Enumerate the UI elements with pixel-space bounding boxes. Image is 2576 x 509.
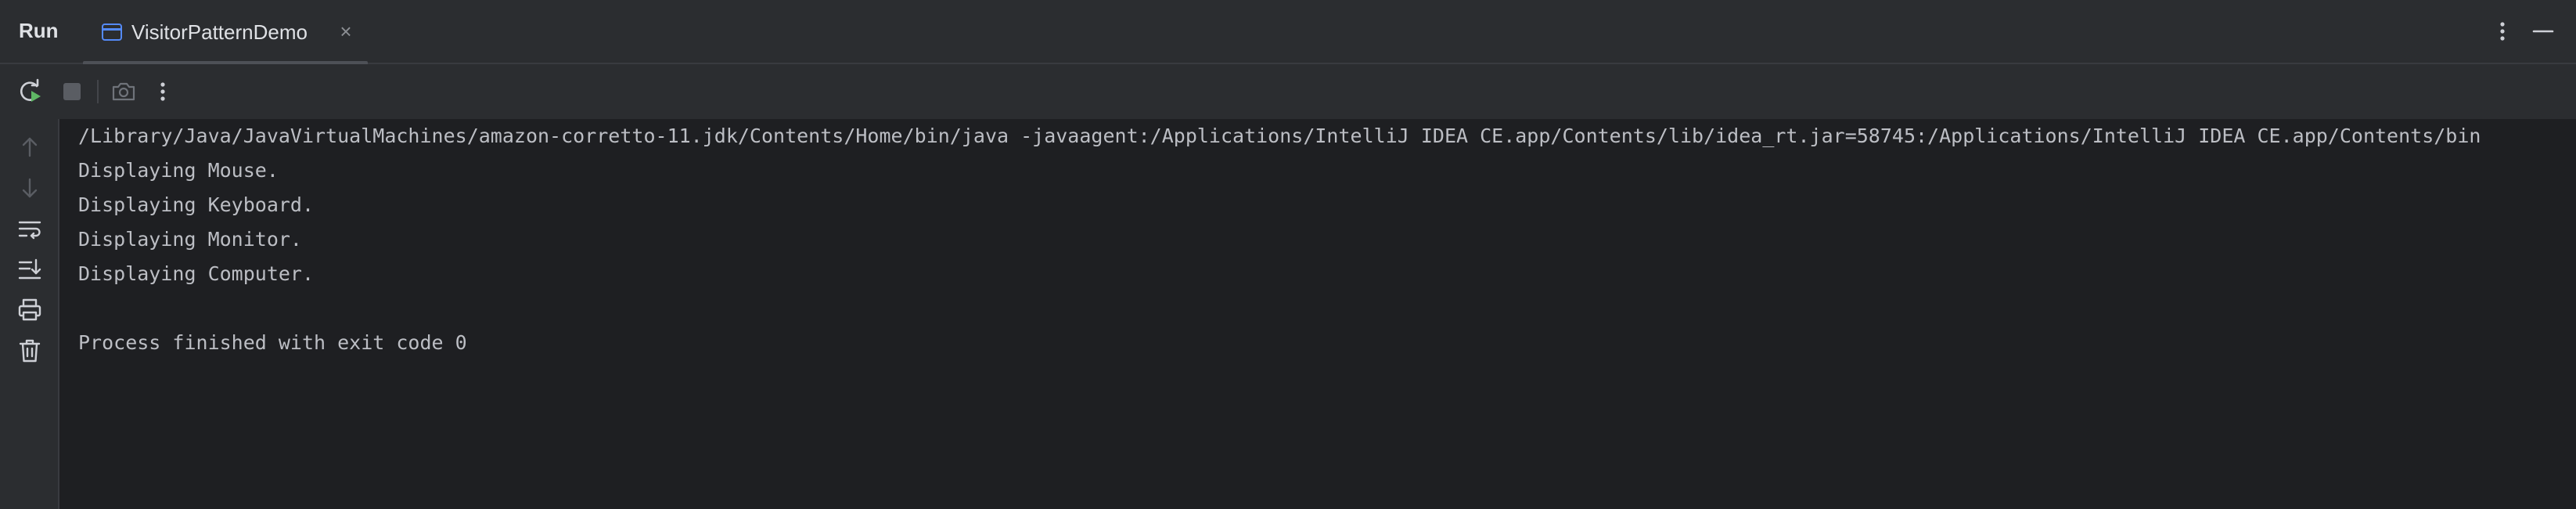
rerun-icon[interactable] [16, 78, 44, 106]
stop-icon[interactable] [58, 78, 86, 106]
console-line-exit-status: Process finished with exit code 0 [78, 331, 467, 354]
console-line: Displaying Computer. [78, 262, 315, 285]
scroll-to-end-icon[interactable] [16, 255, 44, 283]
toolbar-separator [97, 80, 99, 103]
more-vertical-icon[interactable] [149, 78, 177, 106]
run-toolbar [0, 64, 2576, 119]
panel-title: Run [19, 19, 59, 42]
soft-wrap-icon[interactable] [16, 215, 44, 243]
more-vertical-icon[interactable] [2488, 17, 2517, 45]
run-panel-header: Run VisitorPatternDemo × [0, 0, 2576, 66]
arrow-down-icon[interactable] [16, 174, 44, 202]
arrow-up-icon[interactable] [16, 133, 44, 161]
minimize-icon[interactable] [2529, 17, 2557, 45]
trash-icon[interactable] [16, 337, 44, 365]
close-icon[interactable]: × [335, 20, 357, 42]
console-side-toolbar [0, 119, 59, 509]
tab-visitor-pattern-demo[interactable]: VisitorPatternDemo × [83, 0, 368, 66]
console-output[interactable]: /Library/Java/JavaVirtualMachines/amazon… [59, 119, 2576, 509]
console-line: Displaying Keyboard. [78, 193, 315, 216]
console-line: Displaying Mouse. [78, 159, 279, 182]
print-icon[interactable] [16, 296, 44, 324]
console-line: Displaying Monitor. [78, 228, 302, 251]
camera-icon[interactable] [110, 78, 138, 106]
application-icon [102, 23, 122, 41]
console-line-command: /Library/Java/JavaVirtualMachines/amazon… [78, 125, 2481, 147]
tab-label: VisitorPatternDemo [131, 20, 308, 44]
